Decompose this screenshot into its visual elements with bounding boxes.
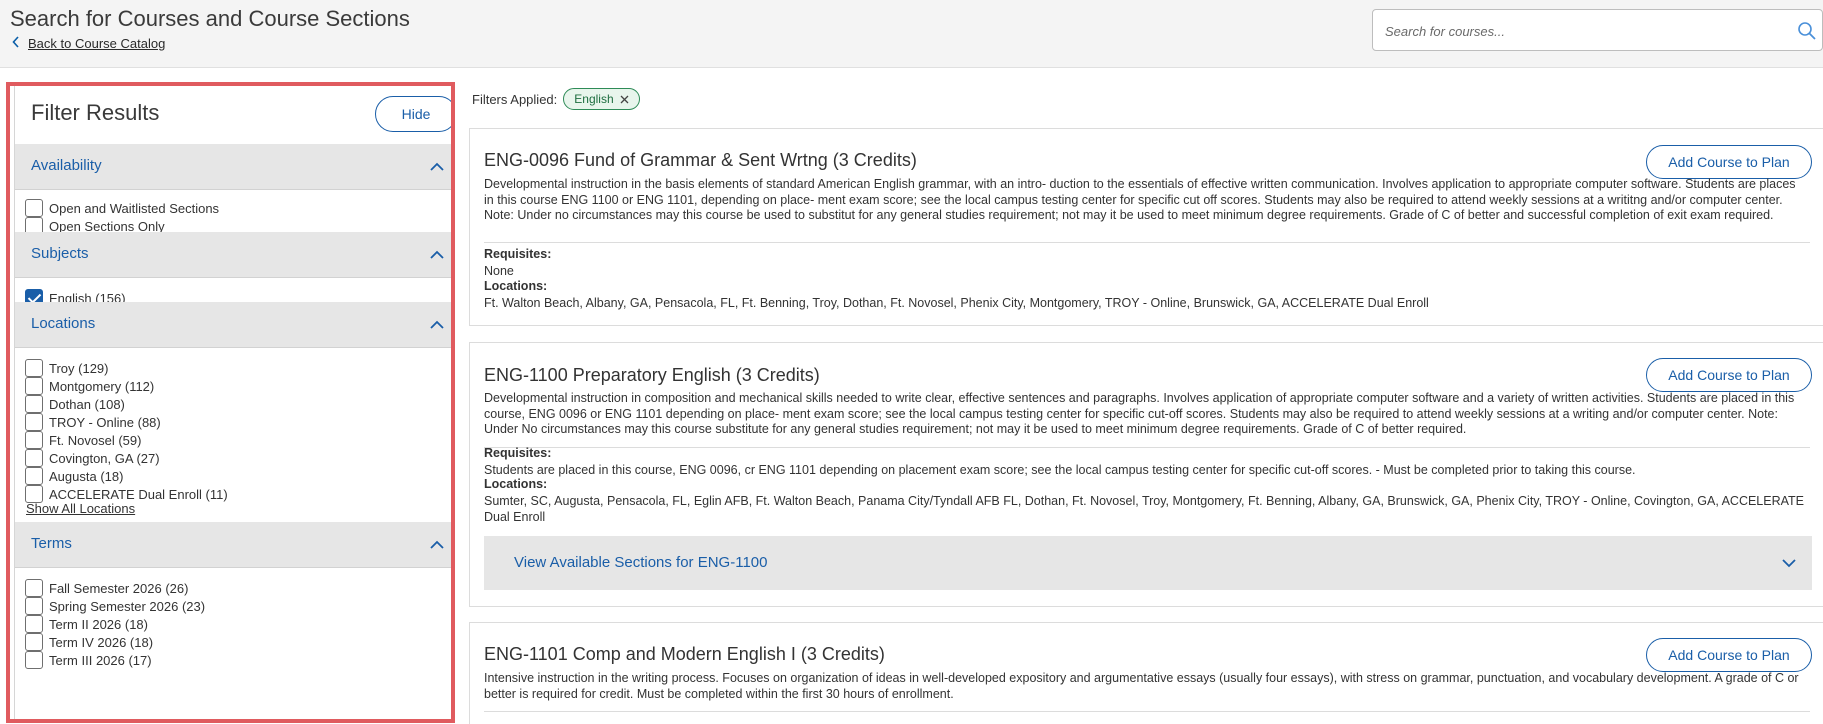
course-title: ENG-1100 Preparatory English (3 Credits) xyxy=(484,365,820,385)
checkbox[interactable] xyxy=(25,633,43,651)
checkbox[interactable] xyxy=(25,413,43,431)
location-option[interactable]: Troy (129) xyxy=(25,358,108,378)
requisites-label: Requisites: xyxy=(484,446,552,460)
option-label: Troy (129) xyxy=(49,360,109,376)
add-course-to-plan-button[interactable]: Add Course to Plan xyxy=(1646,358,1812,392)
locations-label: Locations: xyxy=(484,279,548,293)
option-label: TROY - Online (88) xyxy=(49,414,161,430)
requisites-text: None xyxy=(484,264,514,278)
option-label: Term III 2026 (17) xyxy=(49,652,152,668)
subjects-section-label: Subjects xyxy=(31,245,89,262)
filter-results-panel: Filter Results Hide Availability Open an… xyxy=(6,82,455,723)
option-label: Montgomery (112) xyxy=(49,378,155,394)
view-available-sections-toggle[interactable]: View Available Sections for ENG-1100 xyxy=(484,536,1812,590)
checkbox[interactable] xyxy=(25,395,43,413)
term-option[interactable]: Fall Semester 2026 (26) xyxy=(25,578,188,598)
divider xyxy=(484,242,1810,243)
term-option[interactable]: Term IV 2026 (18) xyxy=(25,632,153,652)
course-description: Developmental instruction in the basis e… xyxy=(484,177,1796,222)
subjects-section-header[interactable]: Subjects xyxy=(15,232,451,278)
divider xyxy=(484,711,1810,712)
requisites-label: Requisites: xyxy=(484,247,552,261)
checkbox[interactable] xyxy=(25,449,43,467)
chevron-up-icon xyxy=(430,320,444,329)
availability-section-label: Availability xyxy=(31,157,102,174)
chevron-up-icon xyxy=(430,250,444,259)
course-card: ENG-0096 Fund of Grammar & Sent Wrtng (3… xyxy=(469,128,1823,326)
term-option[interactable]: Term II 2026 (18) xyxy=(25,614,148,634)
chevron-up-icon xyxy=(430,162,444,171)
course-search-box xyxy=(1372,9,1823,51)
option-label: Fall Semester 2026 (26) xyxy=(49,580,189,596)
checkbox[interactable] xyxy=(25,597,43,615)
hide-filters-button[interactable]: Hide xyxy=(375,96,451,132)
location-option[interactable]: Covington, GA (27) xyxy=(25,448,160,468)
location-option[interactable]: Ft. Novosel (59) xyxy=(25,430,141,450)
option-label: Dothan (108) xyxy=(49,396,125,412)
chevron-left-icon xyxy=(12,36,20,51)
checkbox[interactable] xyxy=(25,651,43,669)
option-label: Covington, GA (27) xyxy=(49,450,160,466)
locations-section-label: Locations xyxy=(31,315,96,332)
availability-option[interactable]: Open and Waitlisted Sections xyxy=(25,198,219,218)
option-label: Ft. Novosel (59) xyxy=(49,432,142,448)
page-header: Search for Courses and Course Sections B… xyxy=(0,0,1823,68)
checkbox[interactable] xyxy=(25,199,43,217)
checkbox[interactable] xyxy=(25,467,43,485)
add-course-to-plan-button[interactable]: Add Course to Plan xyxy=(1646,638,1812,672)
option-label: Spring Semester 2026 (23) xyxy=(49,598,206,614)
course-title: ENG-1101 Comp and Modern English I (3 Cr… xyxy=(484,644,885,664)
close-icon[interactable] xyxy=(620,92,629,107)
chevron-down-icon xyxy=(1782,559,1796,568)
locations-label: Locations: xyxy=(484,477,548,491)
course-description: Developmental instruction in composition… xyxy=(484,391,1795,436)
location-option[interactable]: Dothan (108) xyxy=(25,394,125,414)
checkbox[interactable] xyxy=(25,579,43,597)
back-link-label: Back to Course Catalog xyxy=(28,36,166,51)
term-option[interactable]: Spring Semester 2026 (23) xyxy=(25,596,205,616)
course-description: Intensive instruction in the writing pro… xyxy=(484,671,1799,701)
availability-section-header[interactable]: Availability xyxy=(15,144,451,190)
location-option[interactable]: Montgomery (112) xyxy=(25,376,154,396)
terms-section-header[interactable]: Terms xyxy=(15,522,451,568)
search-input[interactable] xyxy=(1385,20,1765,42)
course-card: ENG-1101 Comp and Modern English I (3 Cr… xyxy=(469,622,1823,724)
term-option[interactable]: Term III 2026 (17) xyxy=(25,650,152,670)
option-label: ACCELERATE Dual Enroll (11) xyxy=(49,486,228,502)
chevron-up-icon xyxy=(430,540,444,549)
search-icon[interactable] xyxy=(1797,21,1817,41)
filter-results-title: Filter Results xyxy=(31,100,160,125)
locations-text: Sumter, SC, Augusta, Pensacola, FL, Egli… xyxy=(484,494,1805,524)
page-title: Search for Courses and Course Sections xyxy=(10,6,410,31)
option-label: Augusta (18) xyxy=(49,468,124,484)
option-label: Open and Waitlisted Sections xyxy=(49,200,220,216)
checkbox[interactable] xyxy=(25,377,43,395)
locations-section-header[interactable]: Locations xyxy=(15,302,451,348)
checkbox[interactable] xyxy=(25,359,43,377)
requisites-text: Students are placed in this course, ENG … xyxy=(484,463,1636,477)
option-label: Term IV 2026 (18) xyxy=(49,634,154,650)
show-all-locations-link[interactable]: Show All Locations xyxy=(26,501,135,516)
chip-label: English xyxy=(574,92,614,106)
divider xyxy=(484,447,1810,448)
course-title: ENG-0096 Fund of Grammar & Sent Wrtng (3… xyxy=(484,150,917,170)
option-label: Term II 2026 (18) xyxy=(49,616,148,632)
locations-text: Ft. Walton Beach, Albany, GA, Pensacola,… xyxy=(484,296,1429,310)
add-course-to-plan-button[interactable]: Add Course to Plan xyxy=(1646,145,1812,179)
location-option[interactable]: Augusta (18) xyxy=(25,466,123,486)
view-sections-label: View Available Sections for ENG-1100 xyxy=(514,554,768,571)
back-to-catalog-link[interactable]: Back to Course Catalog xyxy=(12,36,165,51)
terms-section-label: Terms xyxy=(31,535,72,552)
course-card: ENG-1100 Preparatory English (3 Credits)… xyxy=(469,342,1823,607)
filters-applied-label: Filters Applied: xyxy=(472,91,558,107)
location-option[interactable]: TROY - Online (88) xyxy=(25,412,161,432)
checkbox[interactable] xyxy=(25,431,43,449)
checkbox[interactable] xyxy=(25,615,43,633)
filters-applied-bar: Filters Applied: English xyxy=(472,88,640,110)
filter-chip-english[interactable]: English xyxy=(563,88,640,110)
